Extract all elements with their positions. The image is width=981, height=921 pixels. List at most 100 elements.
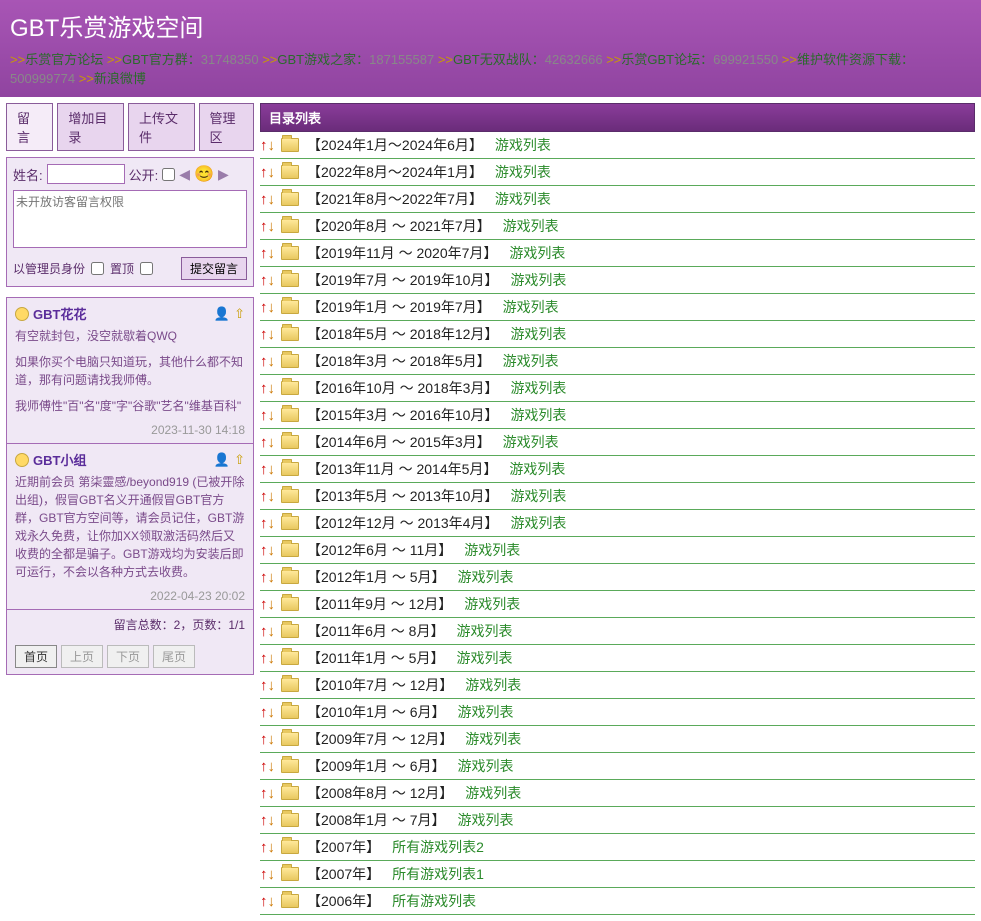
sort-up-icon[interactable]: ↑ (260, 704, 268, 721)
sort-up-icon[interactable]: ↑ (260, 245, 268, 262)
directory-link[interactable]: 游戏列表 (456, 648, 512, 668)
directory-link[interactable]: 游戏列表 (510, 405, 566, 425)
user-icon[interactable]: 👤 (214, 306, 230, 322)
directory-link[interactable]: 游戏列表 (495, 135, 551, 155)
sort-up-icon[interactable]: ↑ (260, 623, 268, 640)
directory-link[interactable]: 所有游戏列表2 (392, 837, 484, 857)
directory-link[interactable]: 游戏列表 (510, 486, 566, 506)
directory-link[interactable]: 游戏列表 (458, 702, 514, 722)
sort-down-icon[interactable]: ↓ (268, 272, 276, 289)
sort-down-icon[interactable]: ↓ (268, 785, 276, 802)
directory-link[interactable]: 游戏列表 (510, 270, 566, 290)
sort-down-icon[interactable]: ↓ (268, 434, 276, 451)
public-checkbox[interactable] (162, 168, 175, 181)
sort-down-icon[interactable]: ↓ (268, 407, 276, 424)
directory-link[interactable]: 游戏列表 (458, 567, 514, 587)
sort-down-icon[interactable]: ↓ (268, 245, 276, 262)
pager-btn-0[interactable]: 首页 (15, 645, 57, 668)
sort-up-icon[interactable]: ↑ (260, 218, 268, 235)
directory-link[interactable]: 所有游戏列表 (392, 891, 476, 911)
sort-up-icon[interactable]: ↑ (260, 731, 268, 748)
sort-down-icon[interactable]: ↓ (268, 650, 276, 667)
sort-up-icon[interactable]: ↑ (260, 785, 268, 802)
user-icon[interactable]: 👤 (214, 452, 230, 468)
directory-link[interactable]: 游戏列表 (510, 513, 566, 533)
sort-up-icon[interactable]: ↑ (260, 812, 268, 829)
sort-down-icon[interactable]: ↓ (268, 164, 276, 181)
sort-up-icon[interactable]: ↑ (260, 893, 268, 910)
sort-up-icon[interactable]: ↑ (260, 380, 268, 397)
directory-link[interactable]: 游戏列表 (465, 729, 521, 749)
directory-link[interactable]: 游戏列表 (495, 189, 551, 209)
directory-link[interactable]: 游戏列表 (465, 783, 521, 803)
sort-down-icon[interactable]: ↓ (268, 758, 276, 775)
sort-up-icon[interactable]: ↑ (260, 839, 268, 856)
pin-checkbox[interactable] (140, 262, 153, 275)
nav-link[interactable]: 乐赏GBT论坛： (621, 52, 713, 67)
directory-link[interactable]: 游戏列表 (509, 243, 565, 263)
directory-link[interactable]: 游戏列表 (458, 756, 514, 776)
sort-up-icon[interactable]: ↑ (260, 677, 268, 694)
nav-link[interactable]: GBT官方群： (122, 52, 201, 67)
prev-emoji-icon[interactable]: ◀ (179, 166, 190, 183)
smiley-icon[interactable]: 😊 (194, 164, 214, 184)
pager-btn-3[interactable]: 尾页 (153, 645, 195, 668)
name-input[interactable] (47, 164, 125, 184)
sort-up-icon[interactable]: ↑ (260, 326, 268, 343)
sort-down-icon[interactable]: ↓ (268, 677, 276, 694)
pager-btn-2[interactable]: 下页 (107, 645, 149, 668)
sort-up-icon[interactable]: ↑ (260, 542, 268, 559)
sort-down-icon[interactable]: ↓ (268, 542, 276, 559)
sort-up-icon[interactable]: ↑ (260, 272, 268, 289)
sort-up-icon[interactable]: ↑ (260, 569, 268, 586)
top-icon[interactable]: ⇧ (234, 306, 245, 322)
tab-2[interactable]: 上传文件 (128, 103, 195, 151)
sort-up-icon[interactable]: ↑ (260, 488, 268, 505)
directory-link[interactable]: 游戏列表 (465, 675, 521, 695)
top-icon[interactable]: ⇧ (234, 452, 245, 468)
nav-link[interactable]: 维护软件资源下载： (797, 52, 914, 67)
sort-up-icon[interactable]: ↑ (260, 515, 268, 532)
directory-link[interactable]: 游戏列表 (503, 351, 559, 371)
nav-link[interactable]: GBT游戏之家： (277, 52, 369, 67)
sort-up-icon[interactable]: ↑ (260, 758, 268, 775)
sort-down-icon[interactable]: ↓ (268, 461, 276, 478)
sort-up-icon[interactable]: ↑ (260, 353, 268, 370)
sort-down-icon[interactable]: ↓ (268, 326, 276, 343)
sort-up-icon[interactable]: ↑ (260, 866, 268, 883)
sort-down-icon[interactable]: ↓ (268, 569, 276, 586)
sort-up-icon[interactable]: ↑ (260, 299, 268, 316)
directory-link[interactable]: 游戏列表 (510, 378, 566, 398)
tab-3[interactable]: 管理区 (199, 103, 254, 151)
pager-btn-1[interactable]: 上页 (61, 645, 103, 668)
directory-link[interactable]: 游戏列表 (503, 297, 559, 317)
nav-link[interactable]: GBT无双战队： (453, 52, 545, 67)
submit-button[interactable]: 提交留言 (181, 257, 247, 280)
directory-link[interactable]: 游戏列表 (464, 594, 520, 614)
directory-link[interactable]: 游戏列表 (464, 540, 520, 560)
directory-link[interactable]: 游戏列表 (503, 432, 559, 452)
admin-checkbox[interactable] (91, 262, 104, 275)
sort-down-icon[interactable]: ↓ (268, 866, 276, 883)
sort-up-icon[interactable]: ↑ (260, 596, 268, 613)
sort-up-icon[interactable]: ↑ (260, 191, 268, 208)
sort-up-icon[interactable]: ↑ (260, 434, 268, 451)
sort-down-icon[interactable]: ↓ (268, 218, 276, 235)
nav-link[interactable]: 乐赏官方论坛 (25, 52, 103, 67)
sort-down-icon[interactable]: ↓ (268, 515, 276, 532)
sort-down-icon[interactable]: ↓ (268, 488, 276, 505)
sort-down-icon[interactable]: ↓ (268, 380, 276, 397)
sort-down-icon[interactable]: ↓ (268, 623, 276, 640)
sort-down-icon[interactable]: ↓ (268, 704, 276, 721)
message-textarea[interactable] (13, 190, 247, 248)
sort-down-icon[interactable]: ↓ (268, 353, 276, 370)
next-emoji-icon[interactable]: ▶ (218, 166, 229, 183)
directory-link[interactable]: 游戏列表 (458, 810, 514, 830)
tab-0[interactable]: 留 言 (6, 103, 53, 151)
sort-up-icon[interactable]: ↑ (260, 461, 268, 478)
sort-up-icon[interactable]: ↑ (260, 137, 268, 154)
nav-link[interactable]: 新浪微博 (94, 71, 146, 86)
sort-up-icon[interactable]: ↑ (260, 164, 268, 181)
directory-link[interactable]: 游戏列表 (503, 216, 559, 236)
sort-down-icon[interactable]: ↓ (268, 596, 276, 613)
